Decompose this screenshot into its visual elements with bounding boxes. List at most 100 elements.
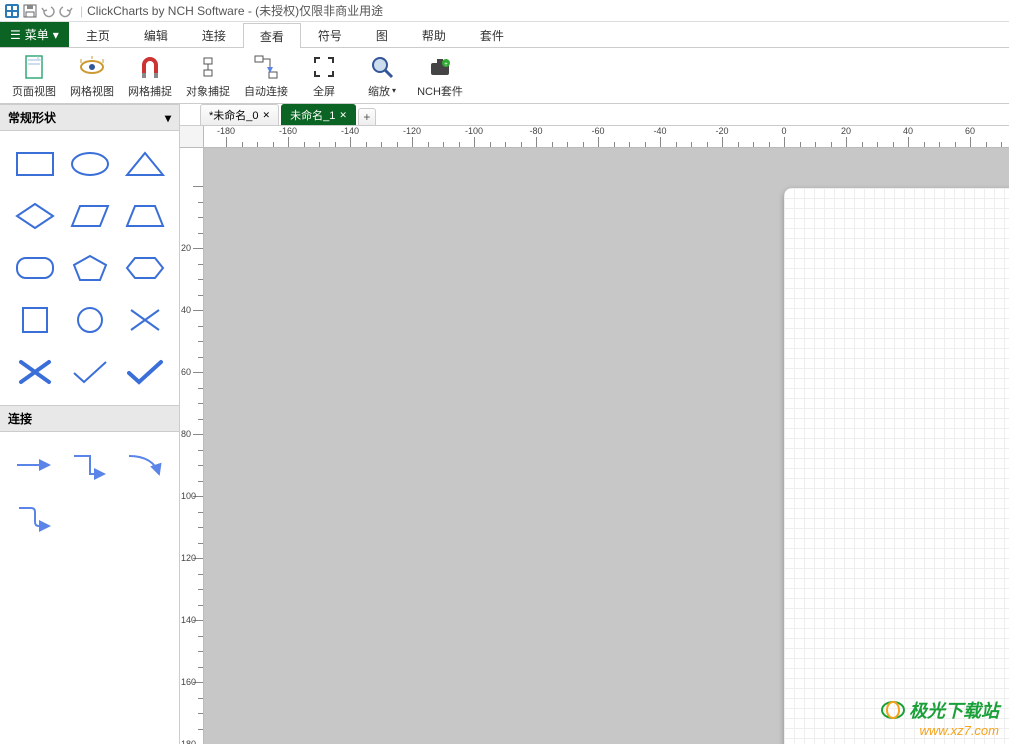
- menu-button[interactable]: ☰ 菜单 ▾: [0, 22, 69, 47]
- redo-icon[interactable]: [58, 3, 74, 19]
- menu-tab-6[interactable]: 帮助: [405, 22, 463, 47]
- ruler-v-label: 160: [181, 677, 196, 687]
- doc-tab-0[interactable]: *未命名_0 ✕: [200, 104, 279, 125]
- menu-bar: ☰ 菜单 ▾ 主页编辑连接查看符号图帮助套件: [0, 22, 1009, 48]
- watermark-logo-icon: [881, 700, 905, 720]
- ribbon-fullscreen[interactable]: 全屏: [296, 50, 352, 102]
- ruler-h-label: 60: [965, 126, 975, 136]
- left-panel: 常规形状 ▾ 连接: [0, 104, 180, 744]
- ruler-h-label: 0: [781, 126, 786, 136]
- connector-elbow[interactable]: [65, 444, 114, 486]
- workspace[interactable]: [204, 148, 1009, 744]
- shape-square[interactable]: [10, 299, 59, 341]
- ruler-h-label: -160: [279, 126, 297, 136]
- shape-cross[interactable]: [120, 299, 169, 341]
- shapes-panel-header[interactable]: 常规形状 ▾: [0, 104, 179, 131]
- ribbon-label: 全屏: [313, 83, 335, 99]
- ribbon-label: 对象捕捉: [186, 83, 230, 99]
- ribbon-zoom[interactable]: 缩放▾: [354, 50, 410, 102]
- ruler-v-label: 80: [181, 429, 191, 439]
- ribbon-magnet[interactable]: 网格捕捉: [122, 50, 178, 102]
- ruler-horizontal: -180-160-140-120-100-80-60-40-2002040608…: [204, 126, 1009, 148]
- shape-triangle[interactable]: [120, 143, 169, 185]
- ruler-v-label: 60: [181, 367, 191, 377]
- ribbon-page[interactable]: 页面视图: [6, 50, 62, 102]
- ribbon-toolbar: 页面视图网格视图网格捕捉对象捕捉自动连接全屏缩放▾+NCH套件: [0, 48, 1009, 104]
- canvas-page[interactable]: [784, 188, 1009, 744]
- ruler-h-label: -120: [403, 126, 421, 136]
- snap-object-icon: [194, 53, 222, 81]
- app-icon: [4, 3, 20, 19]
- undo-icon[interactable]: [40, 3, 56, 19]
- fullscreen-icon: [310, 53, 338, 81]
- menu-button-label: 菜单: [25, 26, 49, 43]
- canvas-content: -180-160-140-120-100-80-60-40-2002040608…: [180, 126, 1009, 744]
- menu-tab-3[interactable]: 查看: [243, 23, 301, 48]
- ribbon-label: 页面视图: [12, 83, 56, 99]
- shape-parallelogram[interactable]: [65, 195, 114, 237]
- shape-trapezoid[interactable]: [120, 195, 169, 237]
- ribbon-suite[interactable]: +NCH套件: [412, 50, 468, 102]
- close-icon[interactable]: ✕: [339, 110, 347, 121]
- connections-panel-title: 连接: [8, 410, 32, 427]
- connector-curve[interactable]: [120, 444, 169, 486]
- menu-tab-5[interactable]: 图: [359, 22, 405, 47]
- shapes-panel-title: 常规形状: [8, 109, 56, 126]
- ruler-h-label: -80: [529, 126, 542, 136]
- svg-text:+: +: [444, 62, 448, 68]
- menu-tab-7[interactable]: 套件: [463, 22, 521, 47]
- title-bar: | ClickCharts by NCH Software - (未授权)仅限非…: [0, 0, 1009, 22]
- menu-tab-0[interactable]: 主页: [69, 22, 127, 47]
- ribbon-label: 网格捕捉: [128, 83, 172, 99]
- shape-check[interactable]: [65, 351, 114, 393]
- ruler-vertical: 20406080100120140160180200: [180, 148, 204, 744]
- watermark-line2: www.xz7.com: [881, 723, 999, 738]
- ruler-h-label: -20: [715, 126, 728, 136]
- ribbon-eye[interactable]: 网格视图: [64, 50, 120, 102]
- zoom-icon: [368, 53, 396, 81]
- chevron-down-icon: ▾: [165, 111, 171, 125]
- ruler-h-label: -100: [465, 126, 483, 136]
- chevron-down-icon: ▾: [392, 86, 396, 95]
- ribbon-snap-object[interactable]: 对象捕捉: [180, 50, 236, 102]
- ruler-v-label: 20: [181, 243, 191, 253]
- watermark: 极光下载站 www.xz7.com: [881, 697, 999, 738]
- ruler-v-label: 140: [181, 615, 196, 625]
- close-icon[interactable]: ✕: [263, 110, 271, 121]
- ruler-v-label: 40: [181, 305, 191, 315]
- menu-tab-4[interactable]: 符号: [301, 22, 359, 47]
- shape-diamond[interactable]: [10, 195, 59, 237]
- doc-tab-1[interactable]: 未命名_1✕: [281, 104, 356, 125]
- doc-tab-label: *未命名_0: [209, 107, 259, 123]
- canvas-area: *未命名_0✕未命名_1✕+ -180-160-140-120-100-80-6…: [180, 104, 1009, 744]
- shape-circle[interactable]: [65, 299, 114, 341]
- connector-arrow[interactable]: [10, 444, 59, 486]
- shape-check-thick[interactable]: [120, 351, 169, 393]
- ruler-h-label: -140: [341, 126, 359, 136]
- ruler-h-label: -180: [217, 126, 235, 136]
- hamburger-icon: ☰: [10, 28, 21, 42]
- shape-x-thick[interactable]: [10, 351, 59, 393]
- connections-grid: [0, 432, 179, 550]
- magnet-icon: [136, 53, 164, 81]
- save-icon[interactable]: [22, 3, 38, 19]
- shape-rounded-rect[interactable]: [10, 247, 59, 289]
- shape-pentagon[interactable]: [65, 247, 114, 289]
- auto-connect-icon: [252, 53, 280, 81]
- ruler-h-label: -60: [591, 126, 604, 136]
- ribbon-auto-connect[interactable]: 自动连接: [238, 50, 294, 102]
- suite-icon: +: [426, 53, 454, 81]
- add-tab-button[interactable]: +: [358, 108, 376, 125]
- shape-hexagon[interactable]: [120, 247, 169, 289]
- ribbon-label: 缩放: [368, 83, 390, 99]
- ruler-h-label: 40: [903, 126, 913, 136]
- connections-panel-header[interactable]: 连接: [0, 405, 179, 432]
- shape-rectangle[interactable]: [10, 143, 59, 185]
- connector-rounded-elbow[interactable]: [10, 496, 59, 538]
- menu-tab-2[interactable]: 连接: [185, 22, 243, 47]
- shape-ellipse[interactable]: [65, 143, 114, 185]
- ruler-v-label: 120: [181, 553, 196, 563]
- divider: |: [80, 4, 83, 18]
- eye-icon: [78, 53, 106, 81]
- menu-tab-1[interactable]: 编辑: [127, 22, 185, 47]
